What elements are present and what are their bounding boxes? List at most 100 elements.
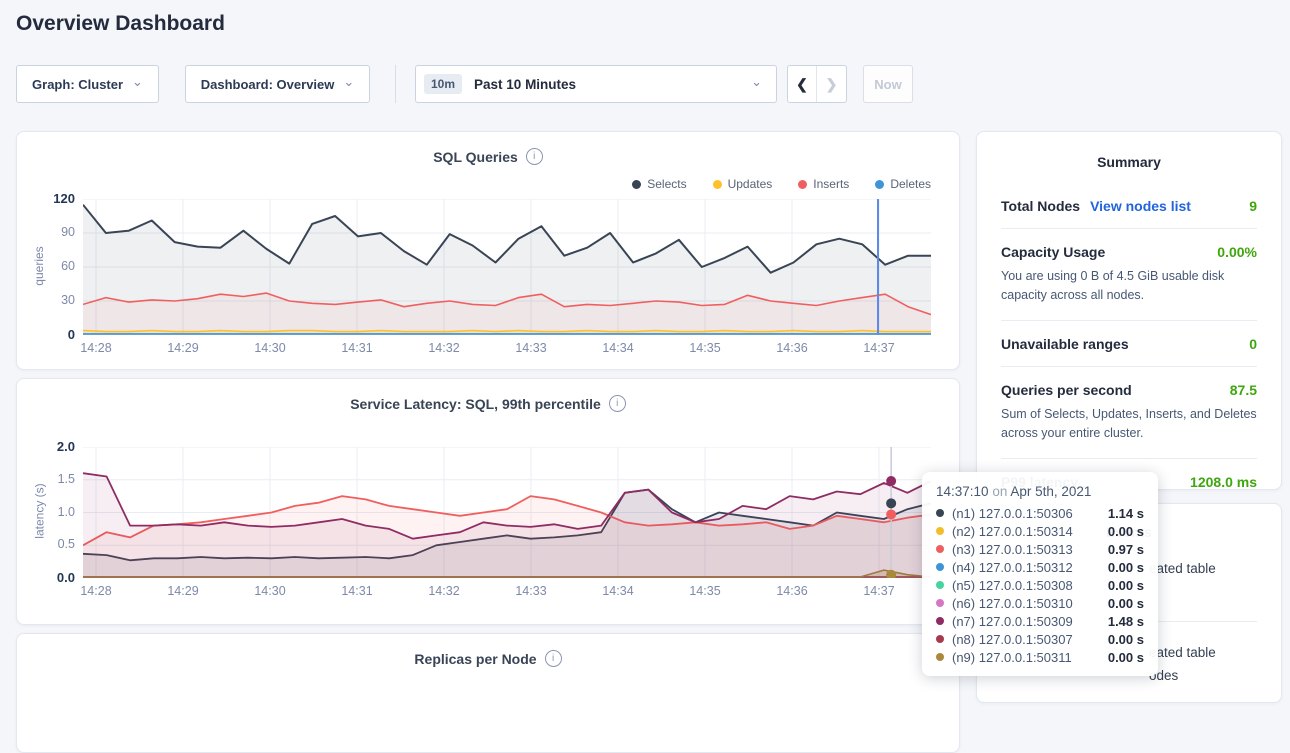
tooltip-node-row: (n2) 127.0.0.1:50314 0.00 s [936,522,1144,540]
capacity-usage-description: You are using 0 B of 4.5 GiB usable disk… [1001,267,1257,306]
node-address: (n3) 127.0.0.1:50313 [952,542,1102,557]
tooltip-node-row: (n5) 127.0.0.1:503080.00 s [936,576,1144,594]
total-nodes-label: Total Nodes [1001,198,1080,214]
node-color-dot-icon [936,653,944,661]
tooltip-node-row: (n1) 127.0.0.1:50306 1.14 s [936,504,1144,522]
info-icon[interactable]: i [609,395,626,412]
sql-queries-plot[interactable] [83,199,931,335]
y-axis-tick: 0.5 [19,537,75,551]
info-icon[interactable]: i [545,650,562,667]
tooltip-timestamp: 14:37:10 on Apr 5th, 2021 [936,484,1144,499]
service-latency-plot[interactable] [83,447,931,578]
x-axis-tick: 14:33 [515,584,546,598]
x-axis-tick: 14:28 [80,341,111,355]
info-icon[interactable]: i [526,148,543,165]
node-color-dot-icon [936,563,944,571]
y-axis-tick: 120 [19,191,75,206]
x-axis-tick: 14:35 [689,341,720,355]
x-axis-tick: 14:36 [776,341,807,355]
total-nodes-value: 9 [1249,198,1257,214]
node-latency-value: 0.00 s [1108,632,1144,647]
node-color-dot-icon [936,617,944,625]
x-axis-tick: 14:35 [689,584,720,598]
legend-label: Inserts [813,177,849,191]
graph-selector-label: Graph: Cluster [32,77,123,92]
event-text-fragment: eated table [1149,561,1216,576]
node-color-dot-icon [936,527,944,535]
service-latency-chart-title: Service Latency: SQL, 99th percentile [350,396,601,412]
node-latency-value: 0.00 s [1108,596,1144,611]
x-axis-tick: 14:30 [254,341,285,355]
summary-panel: Summary Total Nodes View nodes list 9 Ca… [976,131,1282,490]
unavailable-ranges-label: Unavailable ranges [1001,336,1129,352]
x-axis-tick: 14:31 [341,341,372,355]
queries-per-second-row: Queries per second 87.5 Sum of Selects, … [1001,366,1257,458]
queries-per-second-value: 87.5 [1230,382,1257,398]
y-axis-tick: 2.0 [19,439,75,454]
unavailable-ranges-value: 0 [1249,336,1257,352]
queries-per-second-description: Sum of Selects, Updates, Inserts, and De… [1001,405,1257,444]
chevron-down-icon: ⌄ [132,74,143,90]
legend-item-updates: Updates [713,177,773,191]
legend-dot-icon [798,180,807,189]
sql-queries-legend: Selects Updates Inserts Deletes [632,177,931,191]
node-latency-value: 1.14 s [1108,506,1144,521]
x-axis-tick: 14:32 [428,341,459,355]
node-color-dot-icon [936,509,944,517]
now-button[interactable]: Now [863,65,913,103]
tooltip-node-row: (n8) 127.0.0.1:50307 0.00 s [936,630,1144,648]
page-title: Overview Dashboard [16,12,225,36]
node-color-dot-icon [936,599,944,607]
unavailable-ranges-row: Unavailable ranges 0 [1001,320,1257,366]
node-address: (n9) 127.0.0.1:50311 [952,650,1102,665]
time-step-buttons: ❮ ❯ [787,65,847,103]
y-axis-tick: 30 [19,293,75,307]
tooltip-date: Apr 5th, 2021 [1010,484,1091,499]
sql-queries-chart-title: SQL Queries [433,149,518,165]
overview-dashboard-page: Overview Dashboard Graph: Cluster ⌄ Dash… [0,0,1290,689]
x-axis-tick: 14:37 [863,584,894,598]
legend-label: Selects [647,177,686,191]
chart-hover-tooltip: 14:37:10 on Apr 5th, 2021 (n1) 127.0.0.1… [922,472,1158,676]
y-axis-tick: 1.5 [19,472,75,486]
node-address: (n8) 127.0.0.1:50307 [952,632,1102,647]
node-latency-value: 0.00 s [1108,650,1144,665]
queries-per-second-label: Queries per second [1001,382,1132,398]
x-axis-tick: 14:31 [341,584,372,598]
chevron-left-icon: ❮ [796,76,808,93]
summary-heading: Summary [977,132,1281,170]
tooltip-node-row: (n7) 127.0.0.1:503091.48 s [936,612,1144,630]
x-axis-tick: 14:37 [863,341,894,355]
view-nodes-list-link[interactable]: View nodes list [1090,198,1191,214]
p99-latency-value: 1208.0 ms [1190,474,1257,490]
x-axis-tick: 14:30 [254,584,285,598]
event-text-fragment: eated table [1149,645,1216,660]
graph-selector-dropdown[interactable]: Graph: Cluster ⌄ [16,65,159,103]
legend-dot-icon [875,180,884,189]
x-axis-tick: 14:33 [515,341,546,355]
sql-queries-chart-card: SQL Queries i Selects Updates Inserts Delet… [16,131,960,370]
y-axis-tick: 90 [19,225,75,239]
x-axis-tick: 14:28 [80,584,111,598]
replicas-per-node-chart-title: Replicas per Node [414,651,536,667]
time-range-badge: 10m [424,74,462,94]
node-address: (n7) 127.0.0.1:50309 [952,614,1102,629]
node-color-dot-icon [936,545,944,553]
next-time-button[interactable]: ❯ [817,66,846,102]
tooltip-time: 14:37:10 [936,484,989,499]
legend-item-selects: Selects [632,177,686,191]
dashboard-selector-dropdown[interactable]: Dashboard: Overview ⌄ [185,65,370,103]
node-address: (n4) 127.0.0.1:50312 [952,560,1102,575]
tooltip-node-row: (n6) 127.0.0.1:503100.00 s [936,594,1144,612]
node-latency-value: 0.00 s [1108,578,1144,593]
node-address: (n1) 127.0.0.1:50306 [952,506,1102,521]
y-axis-tick: 0.0 [19,570,75,585]
x-axis-tick: 14:36 [776,584,807,598]
node-address: (n2) 127.0.0.1:50314 [952,524,1102,539]
node-color-dot-icon [936,635,944,643]
previous-time-button[interactable]: ❮ [788,66,817,102]
time-range-dropdown[interactable]: 10m Past 10 Minutes ⌄ [415,65,777,103]
service-latency-chart-card: Service Latency: SQL, 99th percentile i … [16,378,960,625]
node-latency-value: 0.00 s [1108,524,1144,539]
legend-item-deletes: Deletes [875,177,931,191]
